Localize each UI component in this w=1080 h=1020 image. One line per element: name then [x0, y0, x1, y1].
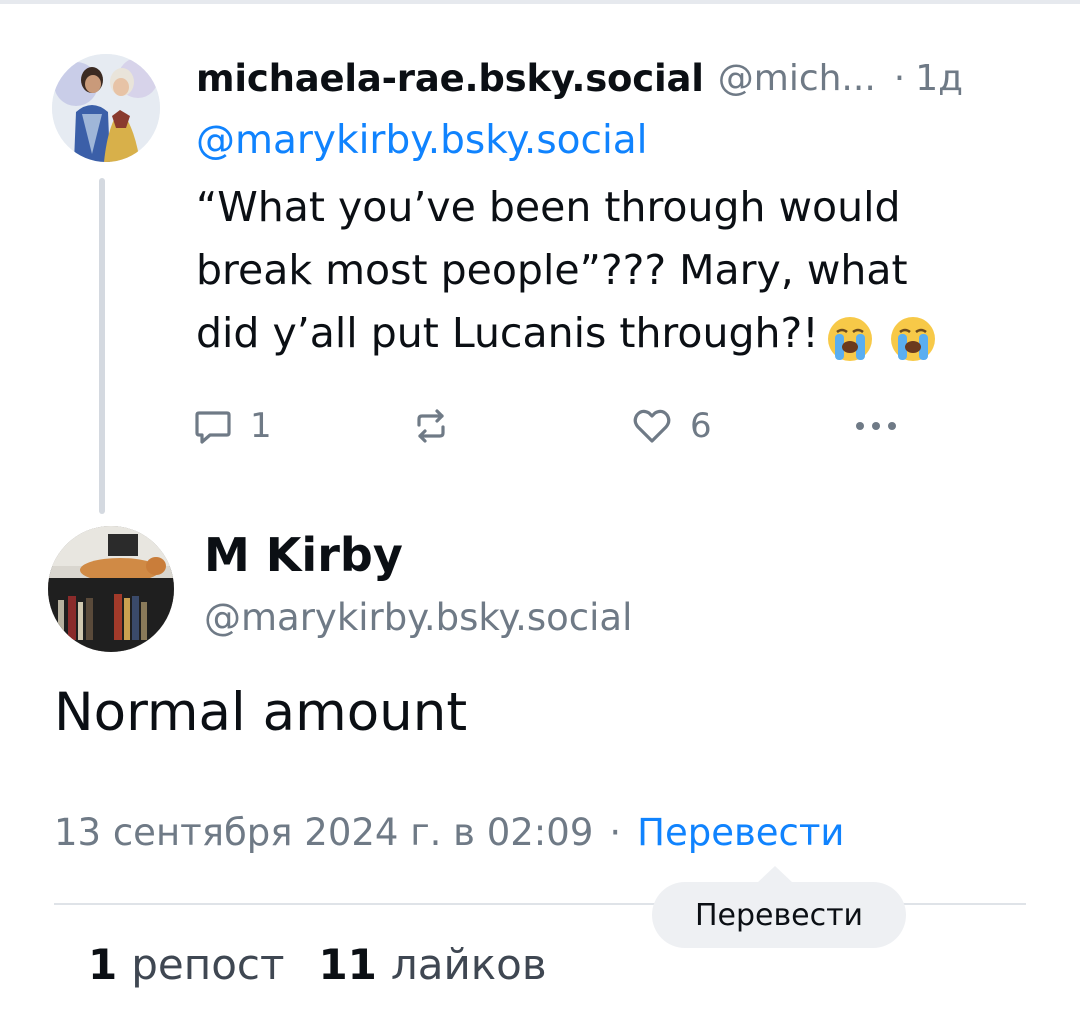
repost-button[interactable]	[410, 398, 452, 454]
reposts-label[interactable]: репост	[131, 940, 284, 989]
post-author-line: michaela-rae.bsky.social @mich... · 1д	[196, 52, 1056, 104]
meta-separator: ·	[609, 810, 622, 854]
main-post-text: Normal amount	[54, 682, 468, 743]
reposts-count[interactable]: 1	[88, 940, 117, 989]
reply-icon	[195, 411, 231, 444]
likes-label[interactable]: лайков	[391, 940, 547, 989]
post-actions-bar: 1 6	[192, 398, 932, 454]
post-text-line: “What you’ve been through would	[196, 183, 901, 231]
reply-count: 1	[250, 406, 272, 446]
post-text-line: break most people”??? Mary, what	[196, 246, 908, 294]
heart-icon	[633, 409, 671, 443]
post-timestamp: 13 сентября 2024 г. в 02:09	[54, 810, 594, 854]
main-author-handle[interactable]: @marykirby.bsky.social	[204, 596, 632, 639]
avatar[interactable]	[48, 526, 174, 652]
avatar-illustration	[52, 54, 160, 162]
parent-post-text: “What you’ve been through would break mo…	[196, 176, 1056, 368]
avatar-photo	[48, 526, 174, 652]
reply-button[interactable]: 1	[192, 398, 272, 454]
post-meta-line: 13 сентября 2024 г. в 02:09 · Перевести	[54, 808, 844, 856]
loudly-crying-face-icon	[890, 316, 935, 361]
author-display-name[interactable]: michaela-rae.bsky.social	[196, 57, 704, 100]
more-icon	[856, 422, 896, 430]
more-options-button[interactable]	[852, 398, 900, 454]
tooltip-arrow	[757, 866, 793, 883]
emoji-group	[825, 305, 938, 368]
post-text-line: did y’all put Lucanis through?!	[196, 309, 819, 357]
like-button[interactable]: 6	[630, 398, 712, 454]
like-count: 6	[690, 406, 712, 446]
loudly-crying-face-icon	[827, 316, 872, 361]
top-divider	[0, 0, 1080, 4]
thread-line	[99, 178, 105, 514]
post-time-ago[interactable]: 1д	[915, 58, 963, 99]
translate-tooltip: Перевести	[652, 882, 906, 948]
translate-link[interactable]: Перевести	[637, 811, 844, 854]
post-text-line-last: did y’all put Lucanis through?!	[196, 302, 1056, 368]
avatar[interactable]	[52, 54, 160, 162]
time-separator: ·	[893, 57, 906, 99]
repost-icon	[417, 409, 445, 443]
main-author-display-name[interactable]: M Kirby	[204, 528, 403, 582]
author-handle[interactable]: @mich...	[718, 58, 876, 99]
likes-count[interactable]: 11	[318, 940, 376, 989]
reply-mention-link[interactable]: @marykirby.bsky.social	[196, 118, 648, 163]
post-stats: 1 репост 11 лайков	[88, 934, 581, 994]
